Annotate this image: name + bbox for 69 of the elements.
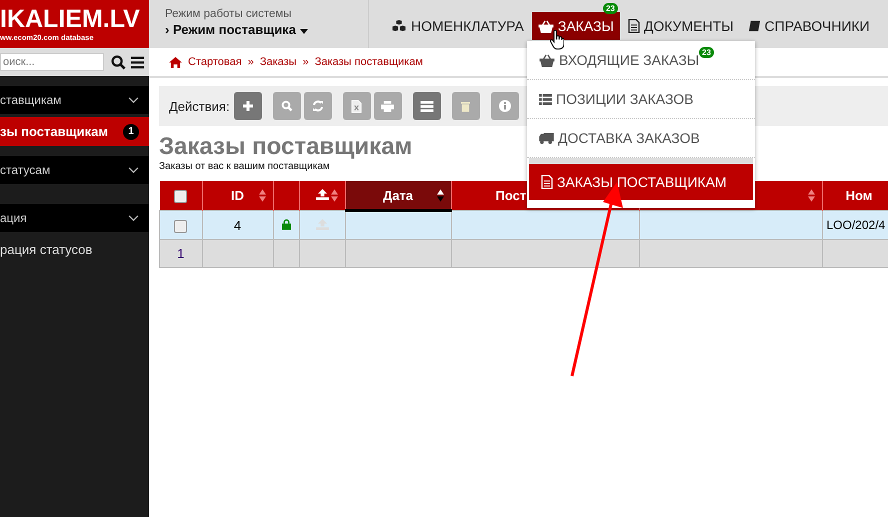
book-icon <box>748 20 761 32</box>
list-button[interactable] <box>412 92 441 120</box>
sidebar-item[interactable]: рация статусов <box>0 235 149 263</box>
spreadsheet-file-icon <box>351 100 362 112</box>
sort-icon[interactable] <box>436 189 444 202</box>
count-badge: 23 <box>699 47 714 58</box>
search-button[interactable] <box>272 92 301 120</box>
list-icon <box>420 100 434 112</box>
checkbox[interactable] <box>174 190 187 204</box>
column-header[interactable]: Ном <box>822 181 888 210</box>
info-icon <box>498 100 511 112</box>
truck-icon <box>539 132 554 144</box>
column-header[interactable]: Дата <box>345 181 451 210</box>
nav-tab[interactable]: НОМЕНКЛАТУРА <box>385 12 530 40</box>
refresh-button[interactable] <box>304 92 332 120</box>
refresh-icon <box>312 100 324 112</box>
print-button[interactable] <box>374 92 402 120</box>
excel-button[interactable] <box>342 92 371 120</box>
chevron-down-icon <box>128 96 139 104</box>
trash-icon <box>461 100 470 112</box>
nav-tab[interactable]: СПРАВОЧНИКИ <box>742 12 876 40</box>
count-badge: 23 <box>602 3 618 14</box>
logo-title: IKALIEM.LV <box>0 6 140 33</box>
checkbox[interactable] <box>174 220 188 233</box>
breadcrumb-separator: » <box>248 56 254 68</box>
upload-icon <box>316 189 328 200</box>
menu-icon[interactable] <box>130 54 145 70</box>
plus-button[interactable] <box>234 92 262 120</box>
search-field[interactable]: оиск... <box>0 53 104 71</box>
sidebar-item[interactable]: ация <box>0 204 149 232</box>
mode-label: Режим работы системы <box>165 8 293 20</box>
basket-icon <box>539 54 555 66</box>
table-cell: 4 <box>234 218 242 232</box>
list-icon <box>539 94 552 104</box>
sidebar-item[interactable]: зы поставщикам 1 <box>0 117 149 146</box>
breadcrumb-link[interactable]: Стартовая <box>188 56 242 68</box>
breadcrumb-link[interactable]: Заказы <box>260 56 297 68</box>
printer-icon <box>381 100 394 112</box>
trash-button[interactable] <box>452 92 480 120</box>
page-title: Заказы поставщикам <box>159 133 412 161</box>
basket-icon <box>538 20 554 32</box>
page-subtitle: Заказы от вас к вашим поставщикам <box>159 161 330 172</box>
column-header[interactable] <box>299 181 345 210</box>
search-icon <box>280 100 293 112</box>
menu-item[interactable]: ЗАКАЗЫ ПОСТАВЩИКАМ <box>529 158 753 200</box>
chevron-down-icon <box>128 166 139 174</box>
breadcrumb-link[interactable]: Заказы поставщикам <box>314 56 423 68</box>
page-link[interactable]: 1 <box>177 246 184 261</box>
home-icon <box>169 56 182 68</box>
actions-label: Действия: <box>169 98 230 114</box>
table-cell: LOO/202/4 <box>826 218 886 232</box>
chevron-down-icon <box>128 214 139 222</box>
sidebar-item[interactable]: статусам <box>0 156 149 184</box>
cubes-icon <box>391 20 407 32</box>
breadcrumb-separator: » <box>302 56 309 68</box>
info-button[interactable] <box>490 92 519 120</box>
column-header[interactable] <box>160 181 202 210</box>
count-badge: 1 <box>123 124 139 140</box>
nav-tab[interactable]: ДОКУМЕНТЫ <box>622 12 740 40</box>
mode-dropdown[interactable]: › Режим поставщика <box>165 22 308 37</box>
caret-icon <box>300 29 308 34</box>
plus-icon <box>242 100 254 112</box>
nav-tab[interactable]: ЗАКАЗЫ <box>532 12 620 40</box>
sidebar-item[interactable]: ставщикам <box>0 86 149 114</box>
document-icon <box>628 19 640 33</box>
document-icon <box>541 175 553 189</box>
column-header[interactable]: ID <box>202 181 273 210</box>
menu-item[interactable]: ПОЗИЦИИ ЗАКАЗОВ <box>527 80 755 119</box>
search-icon[interactable] <box>111 54 126 70</box>
